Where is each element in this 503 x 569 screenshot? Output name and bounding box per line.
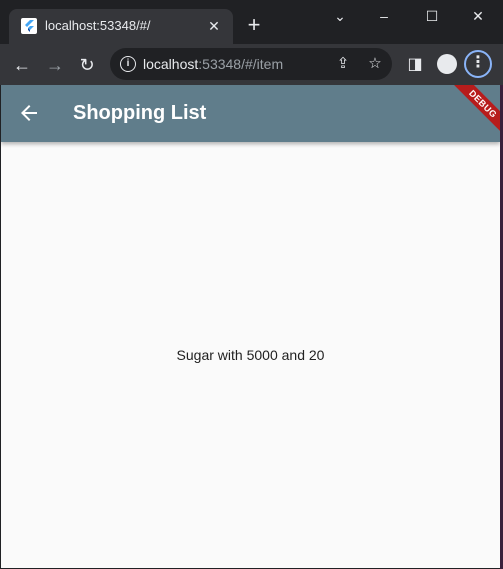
profile-avatar-icon[interactable] [437,54,457,74]
side-panel-icon[interactable]: ◨ [402,52,428,78]
maximize-icon[interactable]: ☐ [417,4,447,28]
address-url[interactable]: localhost:53348/#/item [143,56,283,72]
back-nav-icon[interactable]: ← [9,52,35,78]
debug-banner: DEBUG [446,85,500,141]
close-tab-icon[interactable]: ✕ [205,17,223,35]
share-icon[interactable]: ⇪ [333,54,353,74]
tab-title: localhost:53348/#/ [45,18,151,33]
item-details-text: Sugar with 5000 and 20 [176,347,325,363]
browser-window: localhost:53348/#/ ✕ + ⌄ – ☐ ✕ ← → ↻ i l… [0,0,503,569]
address-bar[interactable]: i localhost:53348/#/item ⇪ ☆ [110,48,392,80]
forward-nav-icon[interactable]: → [42,52,68,78]
page-title: Shopping List [73,102,207,124]
browser-toolbar: ← → ↻ i localhost:53348/#/item ⇪ ☆ ◨ ⋮ [0,44,503,85]
browser-tab[interactable]: localhost:53348/#/ ✕ [9,9,233,44]
url-path: :53348/#/item [198,56,284,72]
bookmark-star-icon[interactable]: ☆ [365,54,385,74]
browser-menu-icon[interactable]: ⋮ [464,50,492,78]
url-host: localhost [143,56,199,72]
app-bar: Shopping List DEBUG [1,85,500,142]
site-info-icon[interactable]: i [120,56,136,72]
reload-icon[interactable]: ↻ [74,52,100,78]
tab-strip: localhost:53348/#/ ✕ + ⌄ – ☐ ✕ [0,0,503,44]
flutter-favicon-icon [21,18,37,34]
close-window-icon[interactable]: ✕ [463,4,493,28]
flutter-app: Shopping List DEBUG Sugar with 5000 and … [1,85,500,568]
back-arrow-icon[interactable] [17,101,41,125]
tab-search-chevron-icon[interactable]: ⌄ [325,4,355,28]
minimize-icon[interactable]: – [369,4,399,28]
new-tab-icon[interactable]: + [244,14,264,36]
